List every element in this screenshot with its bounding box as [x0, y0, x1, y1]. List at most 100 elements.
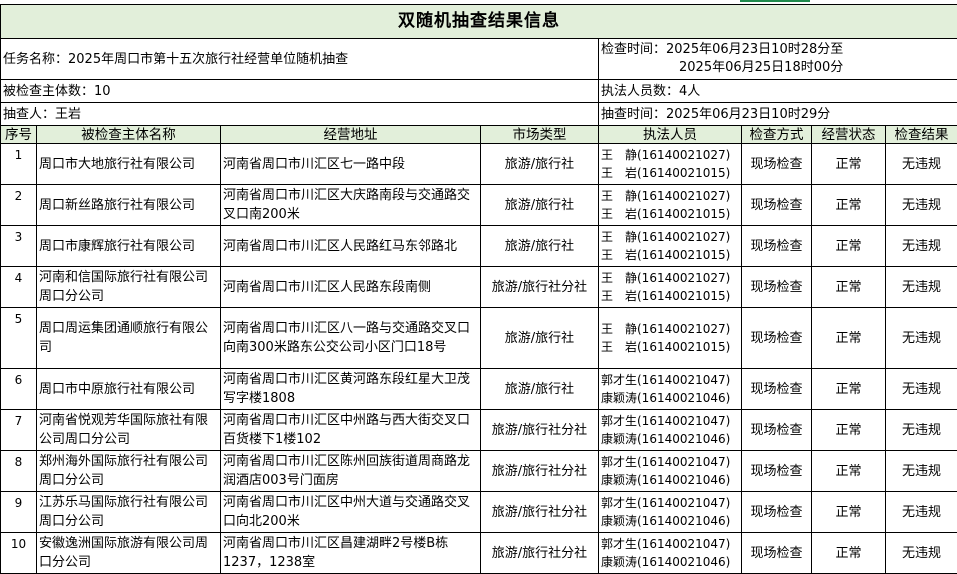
business-address: 河南省周口市川汇区黄河路东段红星大卫茂写字楼1808 [221, 369, 481, 410]
row-number: 3 [1, 226, 37, 267]
inspection-result: 无违规 [886, 144, 957, 185]
header-row: 序号 被检查主体名称 经营地址 市场类型 执法人员 检查方式 经营状态 检查结果 [1, 126, 957, 144]
subject-name: 周口周运集团通顺旅行有限公司 [37, 308, 221, 369]
header-cell: 序号 [1, 126, 37, 144]
row-number: 4 [1, 267, 37, 308]
business-status: 正常 [812, 267, 886, 308]
business-status: 正常 [812, 533, 886, 574]
officer-1: 王 静(16140021027) [601, 228, 739, 246]
market-type: 旅游/旅行社分社 [481, 410, 599, 451]
row-number: 5 [1, 308, 37, 369]
table-row: 8郑州海外国际旅行社有限公司周口分公司河南省周口市川汇区陈州回族街道周商路龙润酒… [1, 451, 957, 492]
subject-name: 江苏乐马国际旅行社有限公司周口分公司 [37, 492, 221, 533]
table-row: 1周口市大地旅行社有限公司河南省周口市川汇区七一路中段旅游/旅行社王 静(161… [1, 144, 957, 185]
table-row: 7河南省悦观芳华国际旅社有限公司周口分公司河南省周口市川汇区中州路与西大街交叉口… [1, 410, 957, 451]
sample-time: 抽查时间：2025年06月23日10时29分 [599, 103, 957, 126]
row-number: 2 [1, 185, 37, 226]
inspection-method: 现场检查 [742, 492, 812, 533]
table-row: 10安徽逸洲国际旅游有限公司周口分公司河南省周口市川汇区昌建湖畔2号楼B栋123… [1, 533, 957, 574]
inspection-method: 现场检查 [742, 533, 812, 574]
business-address: 河南省周口市川汇区人民路东段南侧 [221, 267, 481, 308]
header-cell: 经营状态 [812, 126, 886, 144]
officer-2: 康颖涛(16140021046) [601, 389, 739, 407]
business-status: 正常 [812, 185, 886, 226]
officer-1: 郭才生(16140021047) [601, 535, 739, 553]
market-type: 旅游/旅行社 [481, 226, 599, 267]
sheet-title: 双随机抽查结果信息 [1, 5, 957, 39]
inspection-method: 现场检查 [742, 308, 812, 369]
check-time-start: 检查时间：2025年06月23日10时28分至 [601, 41, 955, 59]
market-type: 旅游/旅行社分社 [481, 492, 599, 533]
officer-2: 王 岩(16140021015) [601, 205, 739, 223]
inspection-result: 无违规 [886, 267, 957, 308]
business-address: 河南省周口市川汇区昌建湖畔2号楼B栋1237，1238室 [221, 533, 481, 574]
officer-2: 康颖涛(16140021046) [601, 471, 739, 489]
officer-2: 王 岩(16140021015) [601, 287, 739, 305]
business-status: 正常 [812, 410, 886, 451]
market-type: 旅游/旅行社分社 [481, 533, 599, 574]
subject-name: 周口市康辉旅行社有限公司 [37, 226, 221, 267]
officers: 郭才生(16140021047)康颖涛(16140021046) [599, 410, 742, 451]
business-address: 河南省周口市川汇区大庆路南段与交通路交叉口南200米 [221, 185, 481, 226]
inspection-method: 现场检查 [742, 410, 812, 451]
market-type: 旅游/旅行社 [481, 144, 599, 185]
business-address: 河南省周口市川汇区中州大道与交通路交叉口向北200米 [221, 492, 481, 533]
row-number: 7 [1, 410, 37, 451]
header-cell: 执法人员 [599, 126, 742, 144]
spreadsheet: 双随机抽查结果信息 任务名称：2025年周口市第十五次旅行社经营单位随机抽查 检… [0, 0, 957, 563]
officers: 郭才生(16140021047)康颖涛(16140021046) [599, 369, 742, 410]
sampler: 抽查人：王岩 [1, 103, 599, 126]
officers: 王 静(16140021027)王 岩(16140021015) [599, 226, 742, 267]
header-cell: 检查方式 [742, 126, 812, 144]
officer-2: 王 岩(16140021015) [601, 164, 739, 182]
subject-count: 被检查主体数：10 [1, 80, 599, 103]
officer-1: 郭才生(16140021047) [601, 371, 739, 389]
row-number: 1 [1, 144, 37, 185]
officer-2: 康颖涛(16140021046) [601, 553, 739, 571]
task-name: 任务名称：2025年周口市第十五次旅行社经营单位随机抽查 [1, 39, 599, 80]
officers: 王 静(16140021027)王 岩(16140021015) [599, 144, 742, 185]
table-row: 4河南和信国际旅行社有限公司周口分公司河南省周口市川汇区人民路东段南侧旅游/旅行… [1, 267, 957, 308]
officer-2: 康颖涛(16140021046) [601, 430, 739, 448]
business-status: 正常 [812, 492, 886, 533]
inspection-result: 无违规 [886, 492, 957, 533]
inspection-result: 无违规 [886, 451, 957, 492]
row-number: 9 [1, 492, 37, 533]
business-status: 正常 [812, 369, 886, 410]
inspection-method: 现场检查 [742, 451, 812, 492]
inspection-result: 无违规 [886, 226, 957, 267]
inspection-result: 无违规 [886, 410, 957, 451]
table-row: 5周口周运集团通顺旅行有限公司河南省周口市川汇区八一路与交通路交叉口向南300米… [1, 308, 957, 369]
business-status: 正常 [812, 451, 886, 492]
header-cell: 被检查主体名称 [37, 126, 221, 144]
inspection-result: 无违规 [886, 308, 957, 369]
row-number: 6 [1, 369, 37, 410]
officer-2: 王 岩(16140021015) [601, 246, 739, 264]
business-status: 正常 [812, 144, 886, 185]
market-type: 旅游/旅行社 [481, 369, 599, 410]
inspection-method: 现场检查 [742, 185, 812, 226]
officer-count: 执法人员数：4人 [599, 80, 957, 103]
officer-1: 王 静(16140021027) [601, 146, 739, 164]
inspection-result: 无违规 [886, 185, 957, 226]
business-status: 正常 [812, 308, 886, 369]
officer-2: 王 岩(16140021015) [601, 338, 739, 356]
market-type: 旅游/旅行社分社 [481, 451, 599, 492]
row-number: 10 [1, 533, 37, 574]
check-time-end: 2025年06月25日18时00分 [601, 59, 955, 77]
inspection-method: 现场检查 [742, 144, 812, 185]
officer-1: 王 静(16140021027) [601, 187, 739, 205]
subject-name: 郑州海外国际旅行社有限公司周口分公司 [37, 451, 221, 492]
subject-name: 河南和信国际旅行社有限公司周口分公司 [37, 267, 221, 308]
officers: 郭才生(16140021047)康颖涛(16140021046) [599, 533, 742, 574]
officers: 王 静(16140021027)王 岩(16140021015) [599, 308, 742, 369]
header-cell: 检查结果 [886, 126, 957, 144]
business-address: 河南省周口市川汇区人民路红马东邻路北 [221, 226, 481, 267]
officer-1: 郭才生(16140021047) [601, 453, 739, 471]
inspection-method: 现场检查 [742, 369, 812, 410]
header-cell: 市场类型 [481, 126, 599, 144]
inspection-method: 现场检查 [742, 267, 812, 308]
active-tab-indicator [740, 0, 810, 2]
business-address: 河南省周口市川汇区七一路中段 [221, 144, 481, 185]
subject-name: 河南省悦观芳华国际旅社有限公司周口分公司 [37, 410, 221, 451]
